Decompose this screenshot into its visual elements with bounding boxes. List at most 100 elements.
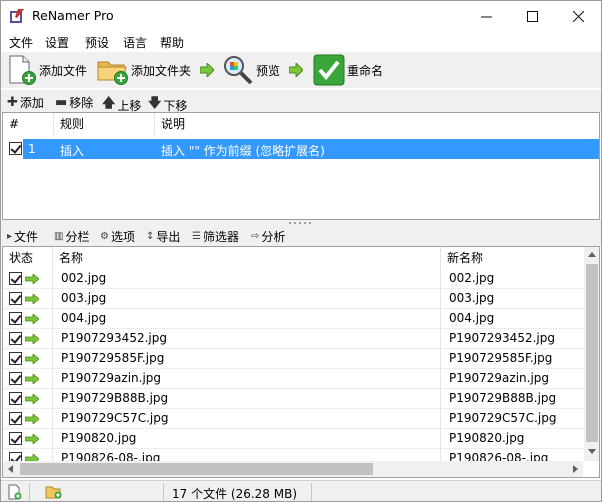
add-rule-button[interactable]: ✚ 添加	[7, 94, 44, 111]
status-bar: 17 个文件 (26.28 MB)	[1, 480, 601, 501]
checkmark-icon	[313, 54, 345, 86]
file-name-cell: P190729585F.jpg	[53, 349, 441, 369]
green-arrow-icon	[25, 374, 39, 384]
files-toolbar: ▸ 文件 ▥ 分栏 ⚙ 选项 ↕ 导出 ☰ 筛选器 ⇨ 分析	[1, 226, 601, 246]
options-menu-label: 选项	[110, 230, 135, 244]
analyze-menu-button[interactable]: ⇨ 分析	[251, 228, 285, 245]
preview-button[interactable]: 预览	[222, 52, 280, 88]
horizontal-scroll-thumb[interactable]	[20, 463, 373, 475]
add-folder-small-icon[interactable]	[45, 484, 63, 500]
green-arrow-icon	[25, 334, 39, 344]
filter-menu-button[interactable]: ☰ 筛选器	[192, 228, 239, 245]
files-header-status[interactable]: 状态	[3, 247, 53, 269]
file-checkbox[interactable]	[9, 272, 22, 285]
add-folder-label: 添加文件夹	[131, 63, 192, 78]
file-new-name-cell: P190820.jpg	[449, 431, 525, 445]
rule-description: 插入 "" 作为前缀 (忽略扩展名)	[161, 144, 325, 158]
file-row[interactable]: 004.jpg 004.jpg	[3, 309, 583, 329]
add-folder-icon	[97, 61, 128, 85]
file-row[interactable]: P190729azin.jpg P190729azin.jpg	[3, 369, 583, 389]
rename-button[interactable]: 重命名	[313, 52, 383, 88]
menu-help[interactable]: 帮助	[160, 34, 184, 51]
rule-row[interactable]: 1 插入 插入 "" 作为前缀 (忽略扩展名)	[23, 139, 599, 159]
maximize-icon	[526, 10, 538, 22]
rule-checkbox[interactable]	[9, 142, 22, 155]
file-checkbox[interactable]	[9, 372, 22, 385]
file-name-cell: 002.jpg	[53, 269, 441, 289]
rules-list[interactable]: # 规则 说明 1 插入 插入 "" 作为前缀 (忽略扩展名)	[2, 112, 600, 220]
file-checkbox[interactable]	[9, 352, 22, 365]
move-up-label: 上移	[117, 98, 142, 113]
minimize-button[interactable]	[463, 1, 509, 31]
file-row[interactable]: P1907293452.jpg P1907293452.jpg	[3, 329, 583, 349]
files-header-name[interactable]: 名称	[53, 247, 441, 269]
rules-header-rule[interactable]: 规则	[54, 113, 155, 135]
file-name-cell: P190729B88B.jpg	[53, 389, 441, 409]
file-row[interactable]: P190729C57C.jpg P190729C57C.jpg	[3, 409, 583, 429]
file-new-name-cell: P1907293452.jpg	[449, 331, 555, 345]
horizontal-scrollbar[interactable]	[3, 461, 583, 477]
preview-label: 预览	[256, 63, 281, 78]
file-checkbox[interactable]	[9, 292, 22, 305]
menu-arrow-icon: ▸	[7, 231, 13, 242]
remove-rule-button[interactable]: ▬ 移除	[55, 94, 93, 111]
analyze-icon: ⇨	[251, 231, 260, 242]
rules-toolbar: ✚ 添加 ▬ 移除 🡅 上移 🡇 下移	[1, 90, 601, 113]
file-row[interactable]: P190729585F.jpg P190729585F.jpg	[3, 349, 583, 369]
file-row[interactable]: P190729B88B.jpg P190729B88B.jpg	[3, 389, 583, 409]
menu-language[interactable]: 语言	[123, 34, 147, 51]
minus-icon: ▬	[55, 95, 68, 110]
scroll-up-icon	[588, 252, 596, 257]
columns-menu-button[interactable]: ▥ 分栏	[54, 228, 89, 245]
file-status-cell	[3, 409, 53, 429]
file-new-name-cell: P190729azin.jpg	[449, 371, 550, 385]
file-row[interactable]: 003.jpg 003.jpg	[3, 289, 583, 309]
rule-number: 1	[28, 142, 36, 156]
file-checkbox[interactable]	[9, 332, 22, 345]
menu-file[interactable]: 文件	[9, 34, 33, 51]
green-arrow-icon	[200, 63, 214, 77]
add-file-small-icon[interactable]	[7, 484, 23, 500]
menu-bar: 文件 设置 预设 语言 帮助	[1, 32, 601, 52]
file-row[interactable]: 002.jpg 002.jpg	[3, 269, 583, 289]
file-checkbox[interactable]	[9, 432, 22, 445]
add-files-label: 添加文件	[39, 63, 88, 78]
window-title: ReNamer Pro	[32, 8, 114, 23]
file-status-cell	[3, 329, 53, 349]
file-checkbox[interactable]	[9, 412, 22, 425]
file-new-name-cell: 003.jpg	[449, 291, 495, 305]
app-window: ReNamer Pro 文件 设置 预设 语言 帮助 添加文件 添加文件夹 预览…	[0, 0, 602, 502]
plus-icon: ✚	[7, 95, 18, 110]
file-name-cell: P1907293452.jpg	[53, 329, 441, 349]
title-bar: ReNamer Pro	[1, 1, 601, 31]
file-new-name-cell: P190729B88B.jpg	[449, 391, 557, 405]
menu-presets[interactable]: 预设	[85, 34, 109, 51]
files-menu-button[interactable]: ▸ 文件	[7, 228, 38, 245]
rules-header-num[interactable]: #	[3, 113, 54, 135]
options-menu-button[interactable]: ⚙ 选项	[100, 228, 135, 245]
files-header-new-name[interactable]: 新名称	[441, 247, 583, 269]
file-checkbox[interactable]	[9, 312, 22, 325]
vertical-scroll-thumb[interactable]	[586, 264, 598, 442]
green-arrow-icon	[25, 294, 39, 304]
main-toolbar: 添加文件 添加文件夹 预览 重命名	[1, 52, 601, 88]
file-status-cell	[3, 389, 53, 409]
file-status-cell	[3, 349, 53, 369]
green-arrow-icon	[25, 394, 39, 404]
export-menu-button[interactable]: ↕ 导出	[146, 228, 180, 245]
file-name-cell: P190820.jpg	[53, 429, 441, 449]
close-icon	[572, 10, 584, 22]
vertical-scrollbar[interactable]	[584, 247, 599, 461]
add-folder-button[interactable]: 添加文件夹	[97, 52, 191, 88]
maximize-button[interactable]	[509, 1, 555, 31]
files-list[interactable]: 状态 名称 新名称 002.jpg 002.jpg 003.jpg 003.jpg 00…	[2, 246, 600, 478]
add-rule-label: 添加	[19, 96, 44, 110]
minimize-icon	[480, 16, 492, 17]
file-checkbox[interactable]	[9, 392, 22, 405]
file-new-name-cell: 002.jpg	[449, 271, 495, 285]
rules-header-desc[interactable]: 说明	[155, 113, 599, 135]
add-files-button[interactable]: 添加文件	[7, 52, 87, 88]
close-button[interactable]	[555, 1, 601, 31]
file-row[interactable]: P190820.jpg P190820.jpg	[3, 429, 583, 449]
menu-settings[interactable]: 设置	[45, 34, 69, 51]
